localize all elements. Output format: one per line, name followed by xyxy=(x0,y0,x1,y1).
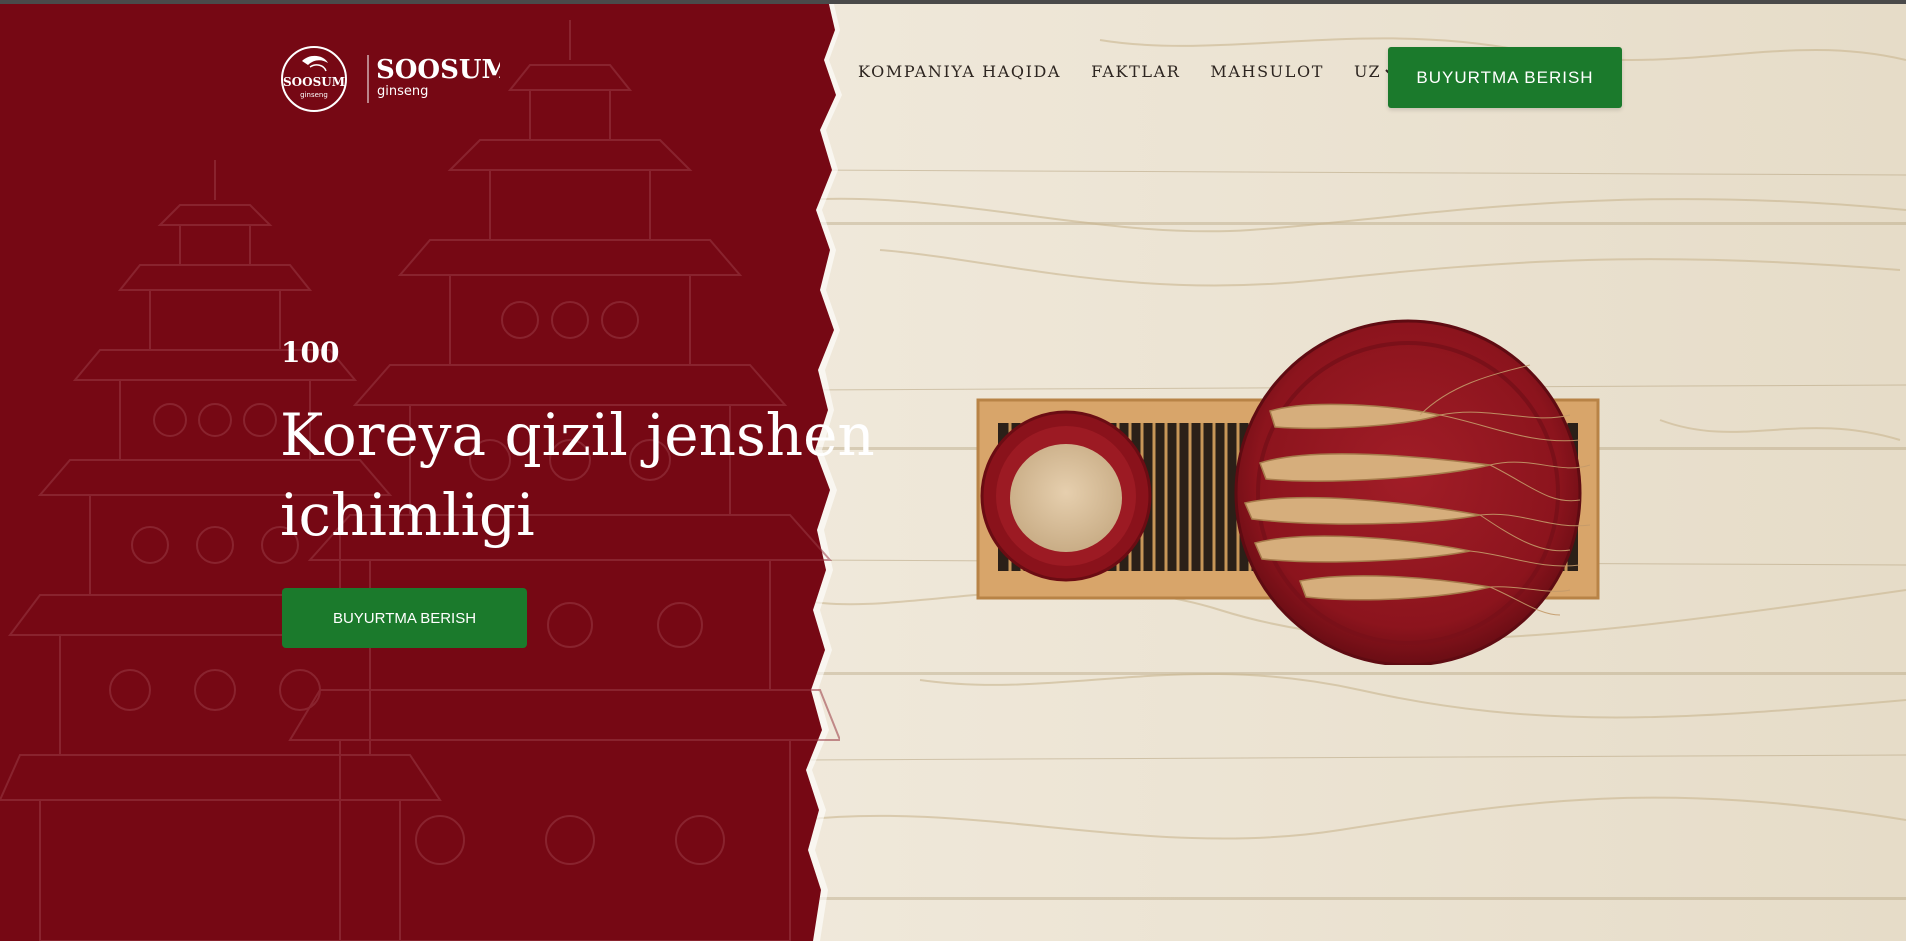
order-button-hero[interactable]: BUYURTMA BERISH xyxy=(282,588,527,648)
logo-wordmark-sub: ginseng xyxy=(377,84,428,99)
hero-kicker: 100 xyxy=(281,336,340,369)
nav-item-about[interactable]: KOMPANIYA HAQIDA xyxy=(858,62,1061,81)
main-nav: KOMPANIYA HAQIDA FAKTLAR MAHSULOT UZ xyxy=(858,62,1395,81)
ginseng-product-image xyxy=(976,319,1600,665)
nav-item-facts[interactable]: FAKTLAR xyxy=(1091,62,1180,81)
nav-item-product[interactable]: MAHSULOT xyxy=(1210,62,1324,81)
logo-emblem-text: SOOSUM xyxy=(283,75,345,89)
ginseng-plate xyxy=(1234,319,1582,665)
logo-wordmark: SOOSUM xyxy=(376,55,500,85)
soosum-logo[interactable]: SOOSUM ginseng SOOSUM ginseng xyxy=(280,45,500,113)
logo-emblem-sub: ginseng xyxy=(300,91,328,99)
hero-headline-line2: ichimligi xyxy=(280,481,535,549)
hero-headline: Koreya qizil jenshen ichimligi xyxy=(280,395,880,555)
logo-emblem: SOOSUM ginseng xyxy=(281,46,347,112)
ginseng-powder xyxy=(1010,444,1122,552)
order-button-header[interactable]: BUYURTMA BERISH xyxy=(1388,47,1622,108)
window-top-border xyxy=(0,0,1906,4)
language-label: UZ xyxy=(1353,62,1381,81)
hero-headline-line1: Koreya qizil jenshen xyxy=(280,401,875,469)
